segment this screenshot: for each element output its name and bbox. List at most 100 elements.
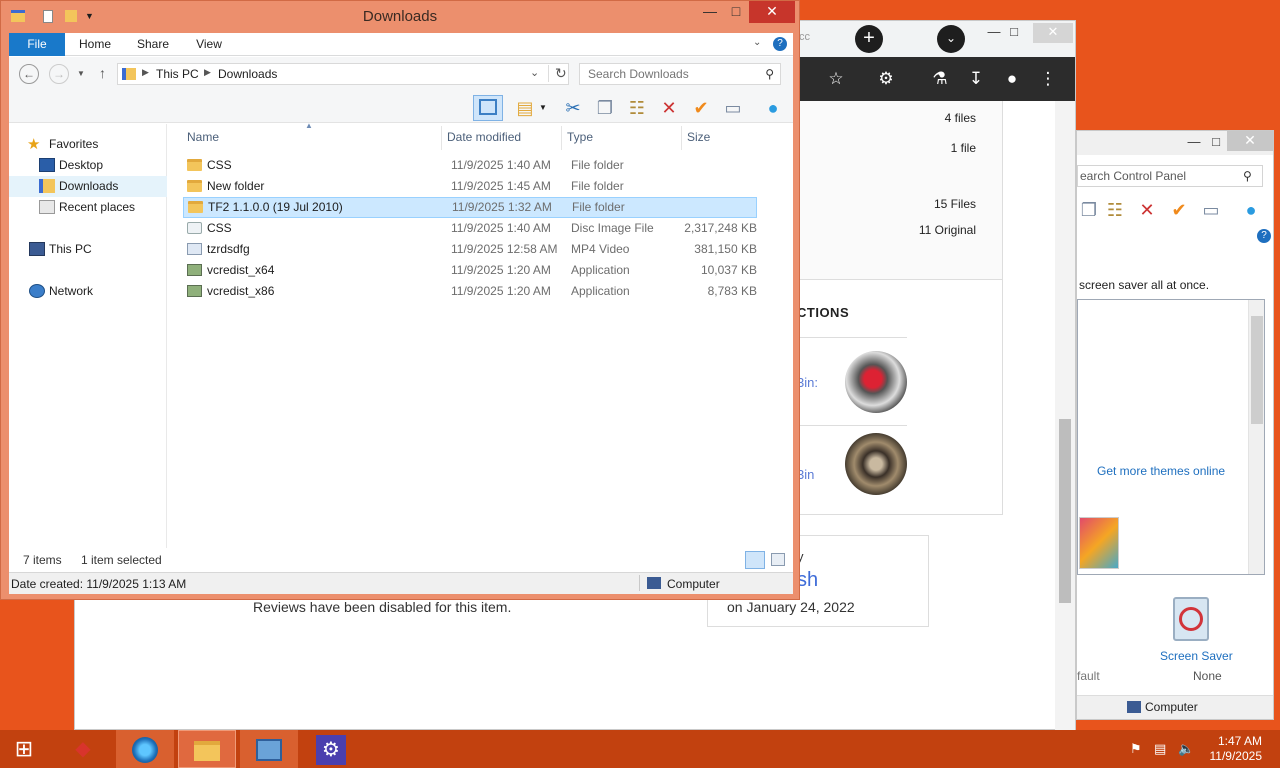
nav-downloads[interactable]: Downloads [9,176,167,197]
help-icon[interactable]: ? [773,37,787,51]
taskbar-settings-icon[interactable]: ⚙ [302,730,360,768]
cut-icon[interactable]: ✂ [561,97,585,119]
control-panel-search-input[interactable]: earch Control Panel [1077,165,1263,187]
column-date-modified[interactable]: Date modified [447,130,521,144]
collection-thumbnail[interactable] [845,433,907,495]
paste-icon[interactable]: ☷ [1103,199,1127,221]
browser-scrollbar[interactable] [1055,101,1075,731]
breadcrumb-separator-icon[interactable]: ▶ [142,67,149,78]
cpanel-close-button[interactable]: ✕ [1227,131,1273,151]
help-icon[interactable]: ? [1257,229,1271,243]
checkmark-icon[interactable]: ✔ [689,97,713,119]
share-bubble-icon[interactable]: ● [761,97,785,119]
tab-search-button[interactable]: ⌄ [937,25,965,53]
start-button[interactable]: ⊞ [0,730,48,768]
close-button[interactable]: ✕ [749,1,795,23]
themes-scrollbar[interactable] [1248,300,1264,574]
scrollbar-thumb[interactable] [1251,316,1263,424]
collection-link[interactable]: 3in: [797,375,818,390]
collection-thumbnail[interactable] [845,351,907,413]
tab-share[interactable]: Share [131,33,175,56]
share-bubble-icon[interactable]: ● [1239,199,1263,221]
file-row[interactable]: vcredist_x86 11/9/2025 1:20 AM Applicati… [183,281,757,302]
nav-network[interactable]: Network [9,281,167,302]
taskbar-control-panel-icon[interactable] [240,730,298,768]
search-input[interactable] [580,64,750,84]
copy-icon[interactable]: ❐ [1077,199,1101,221]
column-type[interactable]: Type [567,130,593,144]
file-row[interactable]: CSS 11/9/2025 1:40 AM File folder [183,155,757,176]
taskbar-file-explorer-icon[interactable] [178,730,236,768]
tab-home[interactable]: Home [73,33,117,56]
details-view-icon[interactable] [745,551,765,569]
action-center-flag-icon[interactable]: ⚑ [1130,741,1142,757]
file-name: TF2 1.1.0.0 (19 Jul 2010) [208,200,343,214]
extensions-icon[interactable]: ⚙ [875,69,897,89]
menu-kebab-icon[interactable]: ⋮ [1037,69,1059,89]
get-more-themes-link[interactable]: Get more themes online [1097,464,1225,478]
author-link[interactable]: sh [797,569,818,592]
column-divider[interactable] [441,126,442,150]
details-pane-icon[interactable] [473,95,503,121]
file-row[interactable]: CSS 11/9/2025 1:40 AM Disc Image File 2,… [183,218,757,239]
rename-icon[interactable]: ▭ [1199,199,1223,221]
paste-icon[interactable]: ☷ [625,97,649,119]
refresh-icon[interactable]: ↻ [548,65,567,82]
bookmark-star-icon[interactable]: ☆ [825,69,847,89]
labs-flask-icon[interactable]: ⚗ [929,69,951,89]
breadcrumb-separator-icon[interactable]: ▶ [204,67,211,78]
column-name[interactable]: Name [187,130,219,144]
browser-close-button[interactable]: ✕ [1033,23,1073,43]
tab-view[interactable]: View [187,33,231,56]
delete-icon[interactable]: ✕ [657,97,681,119]
file-row[interactable]: New folder 11/9/2025 1:45 AM File folder [183,176,757,197]
taskbar-app-red-icon[interactable]: ◆ [54,730,112,768]
taskbar-browser-icon[interactable] [116,730,174,768]
explorer-titlebar[interactable]: ▼ Downloads — □ ✕ [1,1,799,33]
search-box[interactable]: ⚲ [579,63,781,85]
column-divider[interactable] [561,126,562,150]
delete-icon[interactable]: ✕ [1135,199,1159,221]
sort-ascending-icon: ▲ [305,121,313,130]
checkmark-icon[interactable]: ✔ [1167,199,1191,221]
desktop-background-icon[interactable] [1079,517,1119,569]
recent-locations-icon[interactable]: ▼ [77,69,85,78]
screen-saver-icon[interactable] [1173,597,1209,641]
address-dropdown-icon[interactable]: ⌄ [530,66,539,79]
profile-icon[interactable]: ● [1001,69,1023,89]
scrollbar-thumb[interactable] [1059,419,1071,603]
forward-arrow-icon[interactable]: → [49,64,69,84]
new-tab-button[interactable]: + [855,25,883,53]
nav-favorites[interactable]: ★ Favorites [9,134,167,155]
column-size[interactable]: Size [687,130,710,144]
address-bar[interactable]: ▶ This PC ▶ Downloads ⌄ ↻ [117,63,569,85]
file-row-selected[interactable]: TF2 1.1.0.0 (19 Jul 2010) 11/9/2025 1:32… [183,197,757,218]
back-arrow-icon[interactable]: ← [19,64,39,84]
tab-file[interactable]: File [9,33,65,56]
move-to-folder-icon[interactable]: ▤ [513,97,537,119]
column-divider[interactable] [681,126,682,150]
up-arrow-icon[interactable]: ↑ [99,65,106,81]
screen-saver-link[interactable]: Screen Saver [1160,649,1233,663]
breadcrumb-downloads[interactable]: Downloads [218,67,277,81]
large-icons-view-icon[interactable] [771,553,785,566]
file-row[interactable]: tzrdsdfg 11/9/2025 12:58 AM MP4 Video 38… [183,239,757,260]
move-to-dropdown-icon[interactable]: ▼ [537,97,549,119]
nav-this-pc[interactable]: This PC [9,239,167,260]
breadcrumb-this-pc[interactable]: This PC [156,67,199,81]
ribbon-expand-icon[interactable]: ⌄ [753,37,761,48]
download-icon[interactable]: ↧ [965,69,987,89]
file-row[interactable]: vcredist_x64 11/9/2025 1:20 AM Applicati… [183,260,757,281]
copy-icon[interactable]: ❐ [593,97,617,119]
browser-tab-label[interactable]: cc [799,31,810,43]
maximize-button[interactable]: □ [719,1,753,23]
rename-icon[interactable]: ▭ [721,97,745,119]
search-icon[interactable]: ⚲ [1243,169,1252,183]
network-tray-icon[interactable]: ▤ [1154,741,1166,757]
search-icon[interactable]: ⚲ [765,67,774,81]
nav-desktop[interactable]: Desktop [9,155,167,176]
system-clock[interactable]: 1:47 AM 11/9/2025 [1210,734,1263,764]
nav-recent-places[interactable]: Recent places [9,197,167,218]
volume-muted-icon[interactable]: 🔈 [1178,741,1194,757]
browser-maximize-button[interactable]: □ [997,23,1031,43]
